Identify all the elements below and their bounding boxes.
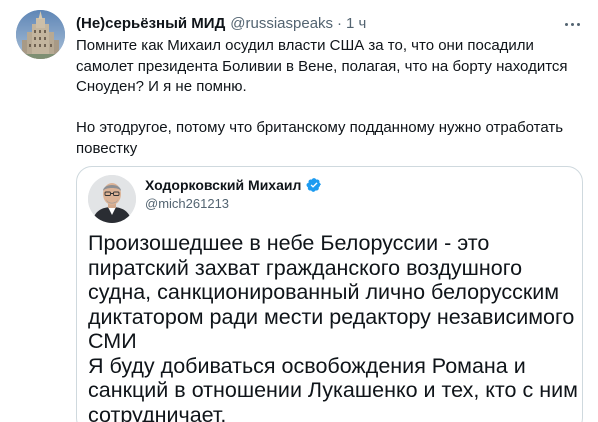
separator-dot: · bbox=[337, 14, 343, 32]
quoted-tweet-paragraph: Я буду добиваться освобождения Романа и … bbox=[88, 353, 578, 422]
tweet-text: Помните как Михаил осудил власти США за … bbox=[76, 36, 586, 159]
quoted-author-name[interactable]: Ходорковский Михаил bbox=[145, 177, 301, 193]
tweet-timestamp[interactable]: 1 ч bbox=[346, 15, 366, 32]
verified-badge-icon bbox=[306, 177, 322, 193]
quoted-tweet-text: Произошедшее в небе Белоруссии - это пир… bbox=[88, 231, 578, 422]
author-handle[interactable]: @russiaspeaks bbox=[230, 15, 333, 32]
person-avatar-icon[interactable] bbox=[88, 175, 136, 223]
more-options-icon[interactable] bbox=[560, 12, 584, 36]
quoted-tweet-paragraph: Произошедшее в небе Белоруссии - это пир… bbox=[88, 231, 575, 353]
building-avatar-icon[interactable] bbox=[16, 10, 65, 59]
tweet-paragraph: Помните как Михаил осудил власти США за … bbox=[76, 37, 568, 95]
quoted-author-handle[interactable]: @mich261213 bbox=[145, 196, 229, 211]
tweet-paragraph: Но этодругое, потому что британскому под… bbox=[76, 119, 564, 157]
quoted-author-row: Ходорковский Михаил bbox=[145, 177, 322, 193]
tweet: (Не)серьёзный МИД @russiaspeaks · 1 ч По… bbox=[0, 0, 598, 422]
author-name[interactable]: (Не)серьёзный МИД bbox=[76, 15, 225, 32]
quoted-tweet-card[interactable]: Ходорковский Михаил @mich261213 Произоше… bbox=[76, 166, 583, 422]
tweet-header: (Не)серьёзный МИД @russiaspeaks · 1 ч bbox=[76, 12, 586, 34]
